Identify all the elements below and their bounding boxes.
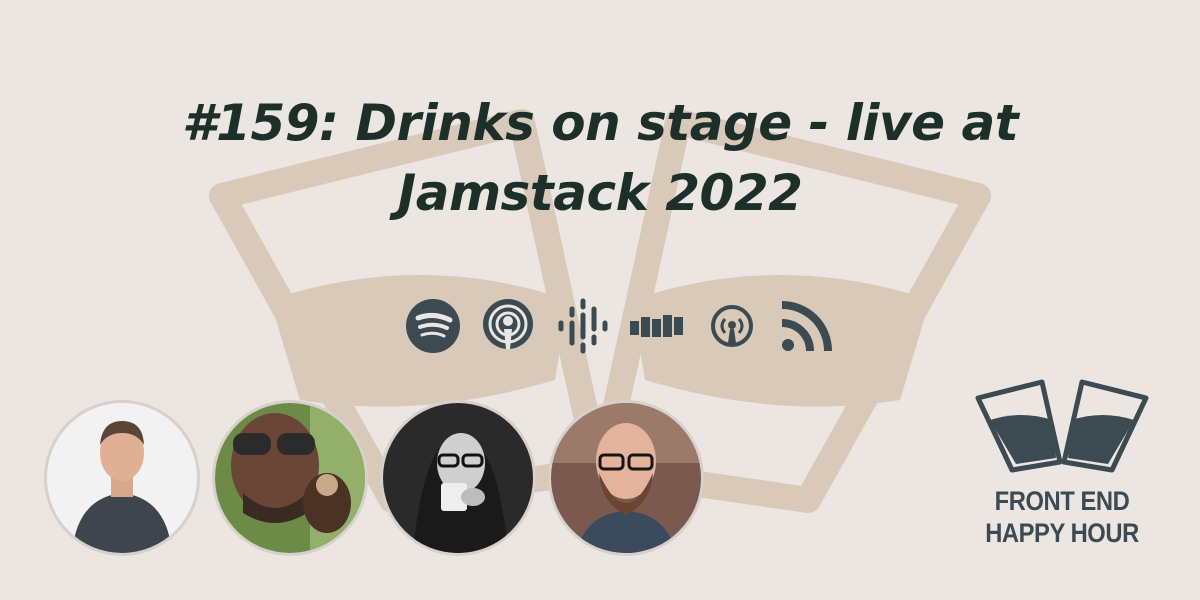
episode-title: #159: Drinks on stage - live at Jamstack…: [100, 88, 1100, 228]
episode-title-line2: Jamstack 2022: [397, 164, 803, 222]
google-podcasts-icon: [558, 298, 608, 354]
stitcher-icon: [630, 315, 684, 337]
spotify-link[interactable]: [404, 297, 462, 355]
brand-name-line2: HAPPY HOUR: [985, 518, 1139, 548]
apple-podcasts-link[interactable]: [479, 297, 537, 355]
podcast-platforms: [404, 296, 836, 356]
rss-link[interactable]: [778, 297, 836, 355]
apple-podcasts-icon: [482, 299, 533, 349]
host-avatar-2: [212, 400, 368, 556]
glasses-logo-icon: [975, 379, 1149, 473]
rss-icon: [781, 301, 832, 352]
front-end-happy-hour-logo: FRONT END HAPPY HOUR: [972, 378, 1152, 558]
google-podcasts-link[interactable]: [554, 297, 612, 355]
episode-title-line1: #159: Drinks on stage - live at: [181, 94, 1019, 152]
host-avatar-1: [44, 400, 200, 556]
overcast-icon: [711, 305, 754, 347]
brand-name-line1: FRONT END: [994, 486, 1130, 516]
overcast-link[interactable]: [703, 297, 761, 355]
host-avatar-4: [548, 400, 704, 556]
host-avatar-3: [380, 400, 536, 556]
spotify-icon: [406, 299, 460, 353]
stitcher-link[interactable]: [628, 297, 686, 355]
